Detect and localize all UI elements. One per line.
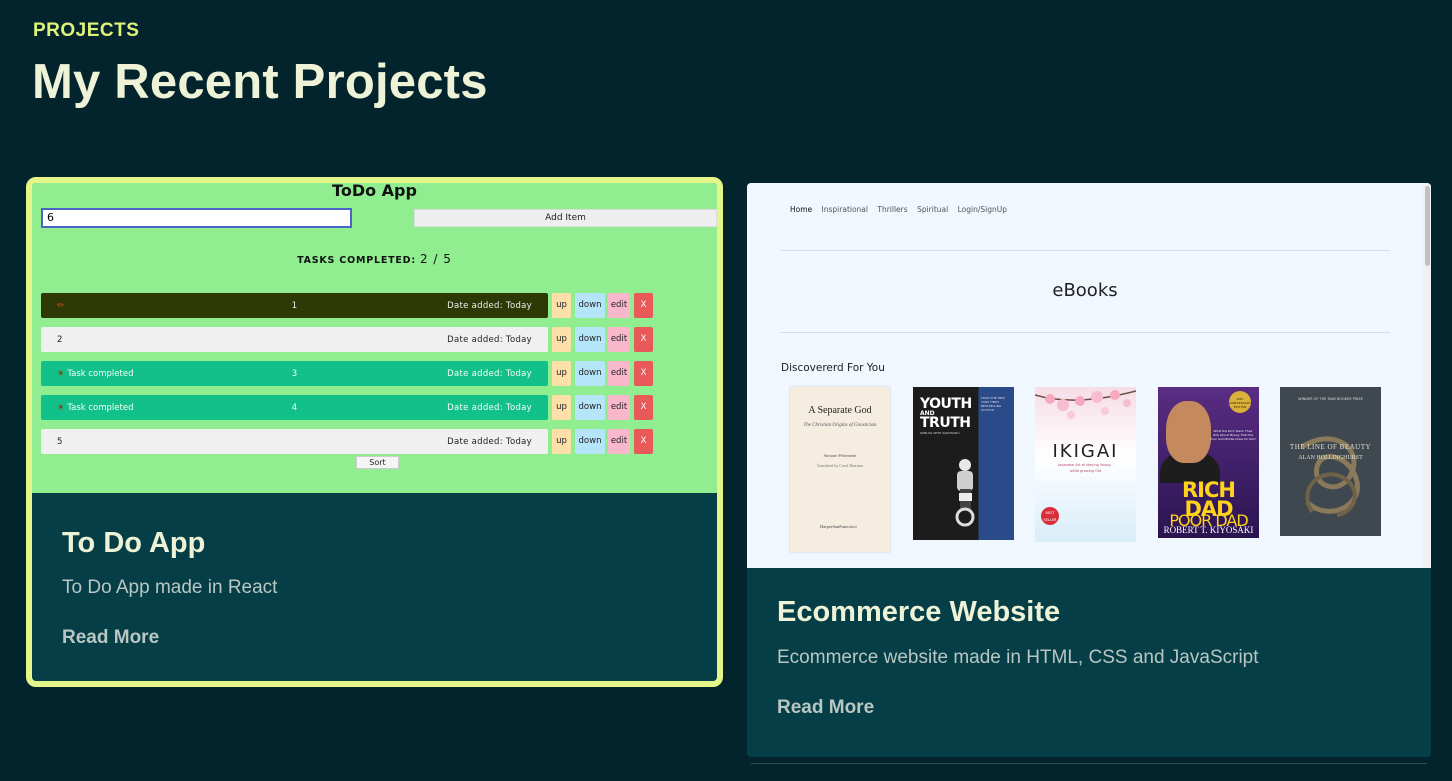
author-photo xyxy=(1166,401,1211,463)
knot-illustration xyxy=(1300,436,1360,517)
read-more-link[interactable]: Read More xyxy=(777,697,874,719)
cover-subtitle: while growing Old xyxy=(1069,469,1102,473)
preview-task-input: 6 xyxy=(41,208,352,228)
task-date: Date added: Today xyxy=(447,369,532,379)
book-cover: WINNER OF THE MAN BOOKER PRIZE THE LINE … xyxy=(1280,387,1381,536)
preview-task-row: ✏ 1 Date added: Today xyxy=(41,293,548,318)
project-title: Ecommerce Website xyxy=(777,596,1061,628)
cover-tagline: UNPLUG WITH SADHGURU xyxy=(920,431,960,435)
preview-up-button: up xyxy=(552,327,571,352)
nav-login: Login/SignUp xyxy=(957,205,1007,214)
divider xyxy=(751,763,1427,764)
page-title: My Recent Projects xyxy=(32,55,488,109)
preview-edit-button: edit xyxy=(608,361,630,386)
book-cover: A Separate God The Christian Origins of … xyxy=(790,387,890,552)
project-description: To Do App made in React xyxy=(62,577,278,598)
preview-delete-button: X xyxy=(634,361,653,386)
divider xyxy=(781,332,1390,333)
nav-thrillers: Thrillers xyxy=(877,205,908,214)
cover-subtitle: Japanese Art of staying Young.. xyxy=(1058,463,1113,467)
read-more-link[interactable]: Read More xyxy=(62,627,159,649)
preview-section-label: Discovererd For You xyxy=(781,362,885,374)
nav-home: Home xyxy=(790,205,813,214)
project-description: Ecommerce website made in HTML, CSS and … xyxy=(777,647,1259,668)
preview-edit-button: edit xyxy=(608,395,630,420)
preview-up-button: up xyxy=(552,429,571,454)
task-date: Date added: Today xyxy=(447,335,532,345)
tasks-completed-label: TASKS COMPLETED: xyxy=(297,255,416,266)
cover-publisher: HarperSanFrancisco xyxy=(820,524,857,529)
preview-task-row: 5 Date added: Today xyxy=(41,429,548,454)
cover-badge: BEST SELLER xyxy=(1041,507,1059,525)
cover-side-text: FROM THE NEW YORK TIMES BESTSELLING AUTH… xyxy=(981,396,1005,412)
preview-scrollbar xyxy=(1423,183,1431,568)
book-cover: IKIGAI Japanese Art of staying Young.. w… xyxy=(1035,387,1136,542)
project-preview-ecommerce: Home Inspirational Thrillers Spiritual L… xyxy=(747,183,1431,568)
preview-edit-button: edit xyxy=(608,429,630,454)
preview-tasks-completed: TASKS COMPLETED: 2 / 5 xyxy=(32,252,717,266)
motorbike-illustration xyxy=(955,459,975,527)
scrollbar-thumb xyxy=(1425,186,1430,266)
book-cover: 20th ANNIVERSARY EDITION What the Rich T… xyxy=(1158,387,1259,538)
preview-down-button: down xyxy=(575,293,605,318)
cover-blurb: What the Rich Teach Their Kids About Mon… xyxy=(1210,429,1256,441)
preview-delete-button: X xyxy=(634,395,653,420)
preview-up-button: up xyxy=(552,293,571,318)
cover-seal: 20th ANNIVERSARY EDITION xyxy=(1229,391,1251,413)
cover-title: TRUTH xyxy=(920,415,971,431)
nav-inspirational: Inspirational xyxy=(821,205,868,214)
task-date: Date added: Today xyxy=(447,437,532,447)
preview-add-button: Add Item xyxy=(414,209,717,227)
blossom-illustration xyxy=(1035,390,1136,419)
project-card-todo[interactable]: ToDo App 6 Add Item TASKS COMPLETED: 2 / … xyxy=(26,177,723,687)
preview-delete-button: X xyxy=(634,429,653,454)
nav-spiritual: Spiritual xyxy=(917,205,949,214)
book-cover: YOUTH AND TRUTH UNPLUG WITH SADHGURU FRO… xyxy=(913,387,1014,540)
project-title: To Do App xyxy=(62,527,206,559)
task-label: 5 xyxy=(57,437,63,447)
cover-author: Simone Pétrement xyxy=(823,453,857,458)
cover-title: A Separate God xyxy=(808,405,872,416)
cover-note: WINNER OF THE MAN BOOKER PRIZE xyxy=(1298,397,1363,401)
task-label: 2 xyxy=(57,335,63,345)
cover-author: ALAN HOLLINGHURST xyxy=(1298,455,1363,461)
preview-sort-button: Sort xyxy=(356,456,399,469)
task-date: Date added: Today xyxy=(447,301,532,311)
project-preview-todo: ToDo App 6 Add Item TASKS COMPLETED: 2 / … xyxy=(32,183,717,493)
preview-heading: eBooks xyxy=(1052,280,1118,301)
preview-up-button: up xyxy=(552,361,571,386)
divider xyxy=(781,250,1390,251)
section-eyebrow: PROJECTS xyxy=(33,20,140,41)
project-card-ecommerce[interactable]: Home Inspirational Thrillers Spiritual L… xyxy=(747,183,1431,757)
preview-delete-button: X xyxy=(634,293,653,318)
task-date: Date added: Today xyxy=(447,403,532,413)
cover-title: THE LINE OF BEAUTY xyxy=(1289,443,1372,451)
cover-note: Translated by Carol Harrison xyxy=(816,463,864,468)
preview-app-title: ToDo App xyxy=(332,183,417,200)
preview-down-button: down xyxy=(575,429,605,454)
preview-edit-button: edit xyxy=(608,293,630,318)
tasks-completed-count: 2 / 5 xyxy=(419,252,452,266)
preview-task-row: 2 Date added: Today xyxy=(41,327,548,352)
preview-down-button: down xyxy=(575,327,605,352)
preview-up-button: up xyxy=(552,395,571,420)
preview-task-row: ☀ Task completed 4 Date added: Today xyxy=(41,395,548,420)
preview-edit-button: edit xyxy=(608,327,630,352)
preview-down-button: down xyxy=(575,395,605,420)
cover-subtitle: The Christian Origins of Gnosticism xyxy=(803,423,877,428)
cover-author: ROBERT T. KIYOSAKI xyxy=(1163,525,1254,535)
cover-title: YOUTH xyxy=(920,396,972,412)
preview-task-row: ☀ Task completed 3 Date added: Today xyxy=(41,361,548,386)
preview-delete-button: X xyxy=(634,327,653,352)
preview-down-button: down xyxy=(575,361,605,386)
cover-title: IKIGAI xyxy=(1052,441,1119,462)
preview-nav: Home Inspirational Thrillers Spiritual L… xyxy=(790,205,1014,214)
